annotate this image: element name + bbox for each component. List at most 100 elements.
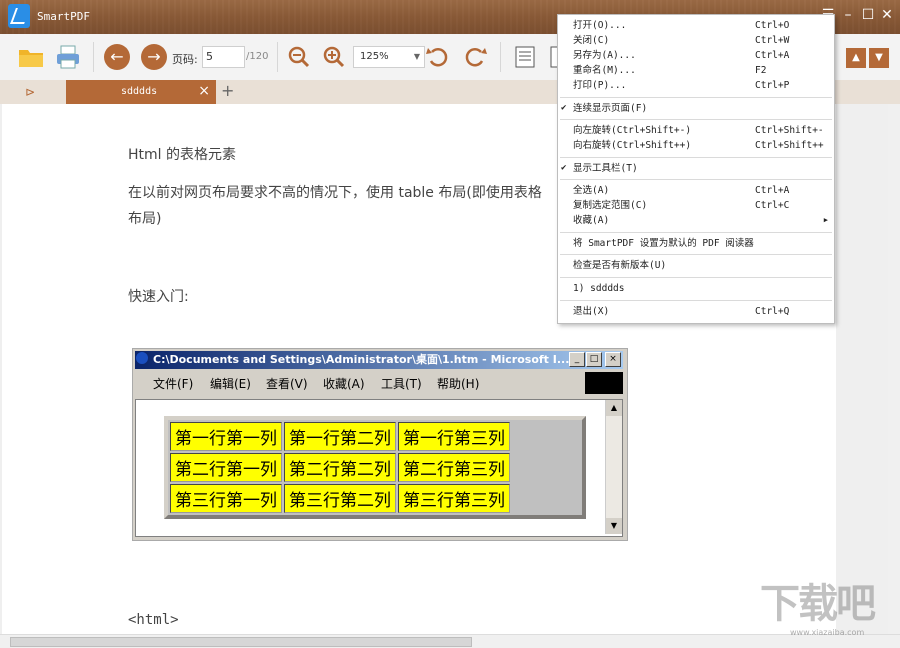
chevron-right-icon: ▶ — [823, 216, 828, 224]
maximize-icon[interactable]: ☐ — [860, 7, 876, 23]
print-icon[interactable] — [55, 44, 81, 70]
embedded-screenshot: C:\Documents and Settings\Administrator\… — [132, 348, 628, 541]
menu-separator — [560, 232, 832, 233]
menu-item-select-all[interactable]: 全选(A) Ctrl+A — [558, 183, 834, 198]
page-total: /120 — [246, 51, 269, 62]
single-page-view-icon[interactable] — [512, 44, 538, 70]
menu-item-open[interactable]: 打开(O)... Ctrl+O — [558, 18, 834, 33]
ss-menu-item: 帮助(H) — [437, 377, 480, 391]
add-tab-icon[interactable]: + — [221, 81, 234, 100]
ss-menu-item: 编辑(E) — [210, 377, 251, 391]
menu-item-exit[interactable]: 退出(X) Ctrl+Q — [558, 304, 834, 319]
page-label: 页码: — [172, 53, 198, 66]
menu-item-copy-selection[interactable]: 复制选定范围(C) Ctrl+C — [558, 198, 834, 213]
menu-item-print[interactable]: 打印(P)... Ctrl+P — [558, 78, 834, 93]
menu-item-set-default[interactable]: 将 SmartPDF 设置为默认的 PDF 阅读器 — [558, 236, 834, 251]
menu-label: 重命名(M)... — [573, 65, 636, 76]
menu-item-show-toolbar[interactable]: ✔ 显示工具栏(T) — [558, 161, 834, 176]
page-number-input[interactable]: 5 — [202, 46, 245, 68]
context-menu: 打开(O)... Ctrl+O 关闭(C) Ctrl+W 另存为(A)... Ctrl… — [557, 14, 835, 324]
menu-shortcut: Ctrl+O — [755, 20, 790, 31]
menu-label: 向右旋转(Ctrl+Shift++) — [573, 140, 692, 151]
ss-close-icon: × — [605, 352, 621, 367]
table-cell: 第一行第三列 — [398, 422, 510, 451]
doc-heading: Html 的表格元素 — [128, 147, 236, 163]
sidebar-toggle-icon[interactable]: ⊳ — [22, 84, 38, 100]
chevron-down-icon[interactable]: ▼ — [869, 48, 889, 68]
rotate-right-icon[interactable] — [462, 44, 488, 70]
menu-label: 收藏(A) — [573, 215, 610, 226]
windows-flag-icon — [585, 372, 623, 394]
table-cell: 第一行第一列 — [170, 422, 282, 451]
vertical-scrollbar[interactable] — [888, 104, 900, 634]
tab-title: sdddds — [121, 86, 158, 97]
menu-label: 退出(X) — [573, 306, 610, 317]
minimize-icon[interactable]: – — [840, 7, 856, 23]
menu-shortcut: Ctrl+Shift++ — [755, 140, 824, 151]
ss-scroll-up-icon: ▲ — [606, 400, 622, 416]
menu-label: 全选(A) — [573, 185, 610, 196]
ss-menu-item: 收藏(A) — [323, 377, 365, 391]
ss-minimize-icon: _ — [569, 352, 585, 367]
menu-item-close[interactable]: 关闭(C) Ctrl+W — [558, 33, 834, 48]
menu-shortcut: Ctrl+A — [755, 185, 790, 196]
table-cell: 第二行第一列 — [170, 453, 282, 482]
menu-item-recent-file[interactable]: 1) sdddds — [558, 281, 834, 296]
menu-label: 关闭(C) — [573, 35, 610, 46]
menu-item-rotate-right[interactable]: 向右旋转(Ctrl+Shift++) Ctrl+Shift++ — [558, 138, 834, 153]
open-folder-icon[interactable] — [18, 44, 44, 70]
menu-label: 打开(O)... — [573, 20, 627, 31]
ss-table: 第一行第一列 第一行第二列 第一行第三列 第二行第一列 第二行第二列 第二行第三… — [164, 416, 586, 519]
menu-separator — [560, 179, 832, 180]
menu-shortcut: Ctrl+Shift+- — [755, 125, 824, 136]
horizontal-scrollbar[interactable] — [0, 634, 900, 648]
menu-separator — [560, 119, 832, 120]
watermark-logo: 下载吧 — [760, 581, 876, 627]
menu-label: 连续显示页面(F) — [573, 103, 648, 114]
ss-scroll-down-icon: ▼ — [606, 518, 622, 534]
menu-label: 复制选定范围(C) — [573, 200, 648, 211]
menu-separator — [560, 277, 832, 278]
close-icon[interactable]: ✕ — [879, 7, 895, 23]
menu-shortcut: Ctrl+A — [755, 50, 790, 61]
tab-document[interactable]: sdddds × — [66, 80, 216, 104]
ss-scrollbar: ▲ ▼ — [605, 400, 622, 534]
menu-separator — [560, 157, 832, 158]
doc-paragraph: 在以前对网页布局要求不高的情况下，使用 table 布局(即使用表格 — [128, 185, 542, 201]
menu-shortcut: Ctrl+C — [755, 200, 790, 211]
menu-separator — [560, 254, 832, 255]
menu-label: 显示工具栏(T) — [573, 163, 638, 174]
doc-paragraph: 快速入门: — [128, 289, 189, 305]
zoom-out-icon[interactable] — [286, 44, 312, 70]
doc-code-line: <html> — [128, 612, 179, 628]
menu-item-favorites[interactable]: 收藏(A) ▶ — [558, 213, 834, 228]
zoom-in-icon[interactable] — [321, 44, 347, 70]
menu-item-rename[interactable]: 重命名(M)... F2 — [558, 63, 834, 78]
table-cell: 第二行第三列 — [398, 453, 510, 482]
zoom-select[interactable]: 125% ▼ — [353, 46, 425, 68]
scroll-thumb[interactable] — [10, 637, 472, 647]
menu-item-rotate-left[interactable]: 向左旋转(Ctrl+Shift+-) Ctrl+Shift+- — [558, 123, 834, 138]
menu-item-check-update[interactable]: 检查是否有新版本(U) — [558, 258, 834, 273]
table-row: 第一行第一列 第一行第二列 第一行第三列 — [170, 422, 510, 451]
menu-label: 打印(P)... — [573, 80, 627, 91]
close-icon[interactable]: × — [198, 83, 210, 99]
table-cell: 第一行第二列 — [284, 422, 396, 451]
chevron-down-icon: ▼ — [413, 52, 420, 61]
chevron-up-icon[interactable]: ▲ — [846, 48, 866, 68]
next-page-button[interactable]: → — [141, 44, 167, 70]
ss-client-area: 第一行第一列 第一行第二列 第一行第三列 第二行第一列 第二行第二列 第二行第三… — [135, 399, 623, 537]
ie-icon — [136, 352, 148, 364]
watermark-url: www.xiazaiba.com — [790, 628, 865, 637]
ss-maximize-icon: □ — [586, 352, 602, 367]
rotate-left-icon[interactable] — [425, 44, 451, 70]
previous-page-button[interactable]: ← — [104, 44, 130, 70]
menu-item-save-as[interactable]: 另存为(A)... Ctrl+A — [558, 48, 834, 63]
ss-menu-item: 查看(V) — [266, 377, 308, 391]
zoom-value: 125% — [360, 51, 389, 62]
menu-label: 检查是否有新版本(U) — [573, 260, 667, 271]
doc-paragraph: 布局) — [128, 211, 162, 227]
table-cell: 第三行第二列 — [284, 484, 396, 513]
menu-item-continuous[interactable]: ✔ 连续显示页面(F) — [558, 101, 834, 116]
checkmark-icon: ✔ — [561, 103, 567, 113]
